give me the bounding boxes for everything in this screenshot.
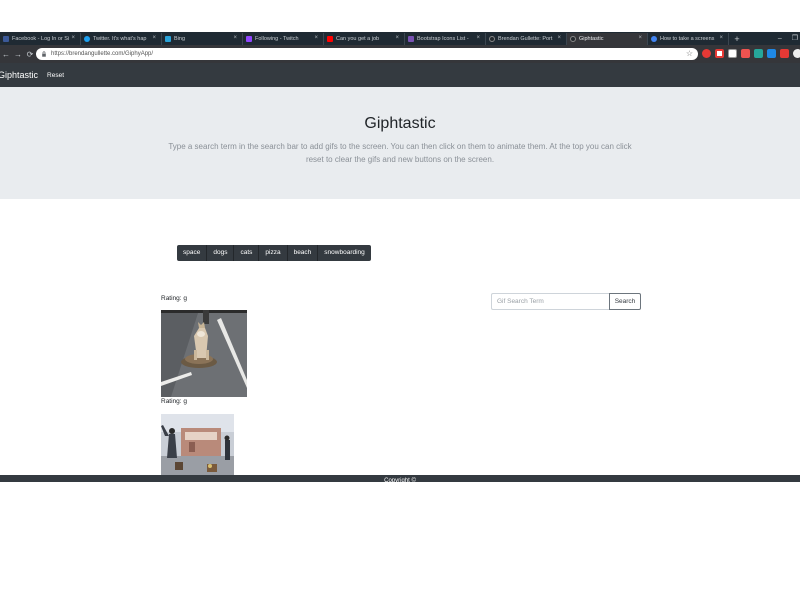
browser-tab[interactable]: Twitter. It's what's hap ×: [81, 33, 162, 45]
gif-image: [161, 414, 234, 475]
browser-tab[interactable]: Following - Twitch ×: [243, 33, 324, 45]
back-button[interactable]: ←: [0, 50, 12, 59]
facebook-icon: [3, 36, 9, 42]
tab-close-icon[interactable]: ×: [557, 35, 561, 41]
instructions-text: Type a search term in the search bar to …: [168, 142, 632, 164]
profile-avatar-icon[interactable]: [793, 49, 800, 58]
browser-tab[interactable]: Bootstrap Icons List - ×: [405, 33, 486, 45]
tab-title: Facebook - Log In or Si: [12, 36, 70, 42]
browser-tab[interactable]: How to take a screens ×: [648, 33, 729, 45]
tab-title: Bing: [174, 36, 186, 42]
extension-icon[interactable]: [715, 49, 724, 58]
twitter-icon: [84, 36, 90, 42]
url-text: https://brendangullette.com/GiphyApp/: [51, 51, 154, 57]
topic-button-beach[interactable]: beach: [287, 245, 319, 261]
extension-icon[interactable]: [780, 49, 789, 58]
tab-close-icon[interactable]: ×: [314, 35, 318, 41]
search-button[interactable]: Search: [609, 293, 641, 310]
new-tab-button[interactable]: +: [729, 33, 745, 45]
reset-link[interactable]: Reset: [47, 72, 64, 79]
tab-title: Bootstrap Icons List -: [417, 36, 469, 42]
gif-rating: Rating: g: [161, 398, 188, 405]
github-icon: [489, 36, 495, 42]
bookmark-star-icon[interactable]: ☆: [686, 49, 693, 58]
extensions-area: ⋮: [702, 49, 800, 58]
browser-toolbar: ← → ⟳ https://brendangullette.com/GiphyA…: [0, 45, 800, 63]
tab-title: Following - Twitch: [255, 36, 299, 42]
extension-icon[interactable]: [728, 49, 737, 58]
street-scene-gif[interactable]: [161, 414, 234, 475]
jumbotron: Giphtastic Type a search term in the sea…: [0, 87, 800, 199]
footer: Copyright ©: [0, 475, 800, 484]
topic-button-snowboarding[interactable]: snowboarding: [318, 245, 371, 261]
tab-close-icon[interactable]: ×: [719, 35, 723, 41]
dog-on-tortoise-gif[interactable]: [161, 310, 247, 397]
bootstrap-icon: [408, 36, 414, 42]
extension-icon[interactable]: [754, 49, 763, 58]
topic-button-cats[interactable]: cats: [234, 245, 260, 261]
extension-icon[interactable]: [767, 49, 776, 58]
topic-button-pizza[interactable]: pizza: [259, 245, 288, 261]
address-bar[interactable]: https://brendangullette.com/GiphyApp/ ☆: [36, 48, 698, 60]
twitch-icon: [246, 36, 252, 42]
reload-button[interactable]: ⟳: [24, 50, 36, 59]
gif-search-input[interactable]: [491, 293, 610, 310]
tab-title: Giphtastic: [579, 36, 604, 42]
tab-close-icon[interactable]: ×: [233, 35, 237, 41]
tab-close-icon[interactable]: ×: [476, 35, 480, 41]
browser-tab[interactable]: Brendan Gullette: Port ×: [486, 33, 567, 45]
tab-title: Can you get a job: [336, 36, 380, 42]
navbar-brand[interactable]: Giphtastic: [0, 70, 38, 80]
browser-tab-active[interactable]: Giphtastic ×: [567, 33, 648, 45]
browser-tab[interactable]: Bing ×: [162, 33, 243, 45]
tab-title: How to take a screens: [660, 36, 715, 42]
github-icon: [570, 36, 576, 42]
tab-title: Brendan Gullette: Port: [498, 36, 553, 42]
restore-button[interactable]: ❐: [792, 32, 798, 45]
youtube-icon: [327, 36, 333, 42]
extension-icon[interactable]: [702, 49, 711, 58]
browser-tab[interactable]: Facebook - Log In or Si ×: [0, 33, 81, 45]
extension-icon[interactable]: [741, 49, 750, 58]
lock-icon: [42, 51, 46, 57]
tab-title: Twitter. It's what's hap: [93, 36, 147, 42]
tab-close-icon[interactable]: ×: [152, 35, 156, 41]
gif-rating: Rating: g: [161, 295, 188, 302]
browser-tab[interactable]: Can you get a job ×: [324, 33, 405, 45]
minimize-button[interactable]: –: [778, 32, 782, 45]
browser-tab-strip: Facebook - Log In or Si × Twitter. It's …: [0, 32, 800, 45]
copyright-text: Copyright ©: [384, 478, 416, 484]
google-icon: [651, 36, 657, 42]
screen: Facebook - Log In or Si × Twitter. It's …: [0, 0, 800, 600]
topic-button-space[interactable]: space: [177, 245, 208, 261]
gif-image: [161, 310, 247, 397]
topic-button-group: space dogs cats pizza beach snowboarding: [177, 245, 371, 261]
forward-button[interactable]: →: [12, 50, 24, 59]
tab-close-icon[interactable]: ×: [395, 35, 399, 41]
bing-icon: [165, 36, 171, 42]
page-title: Giphtastic: [364, 115, 436, 132]
topic-button-dogs[interactable]: dogs: [207, 245, 235, 261]
tab-close-icon[interactable]: ×: [71, 35, 75, 41]
tab-close-icon[interactable]: ×: [638, 35, 642, 41]
window-controls: – ❐: [778, 32, 798, 45]
site-navbar: Giphtastic Reset: [0, 63, 800, 87]
